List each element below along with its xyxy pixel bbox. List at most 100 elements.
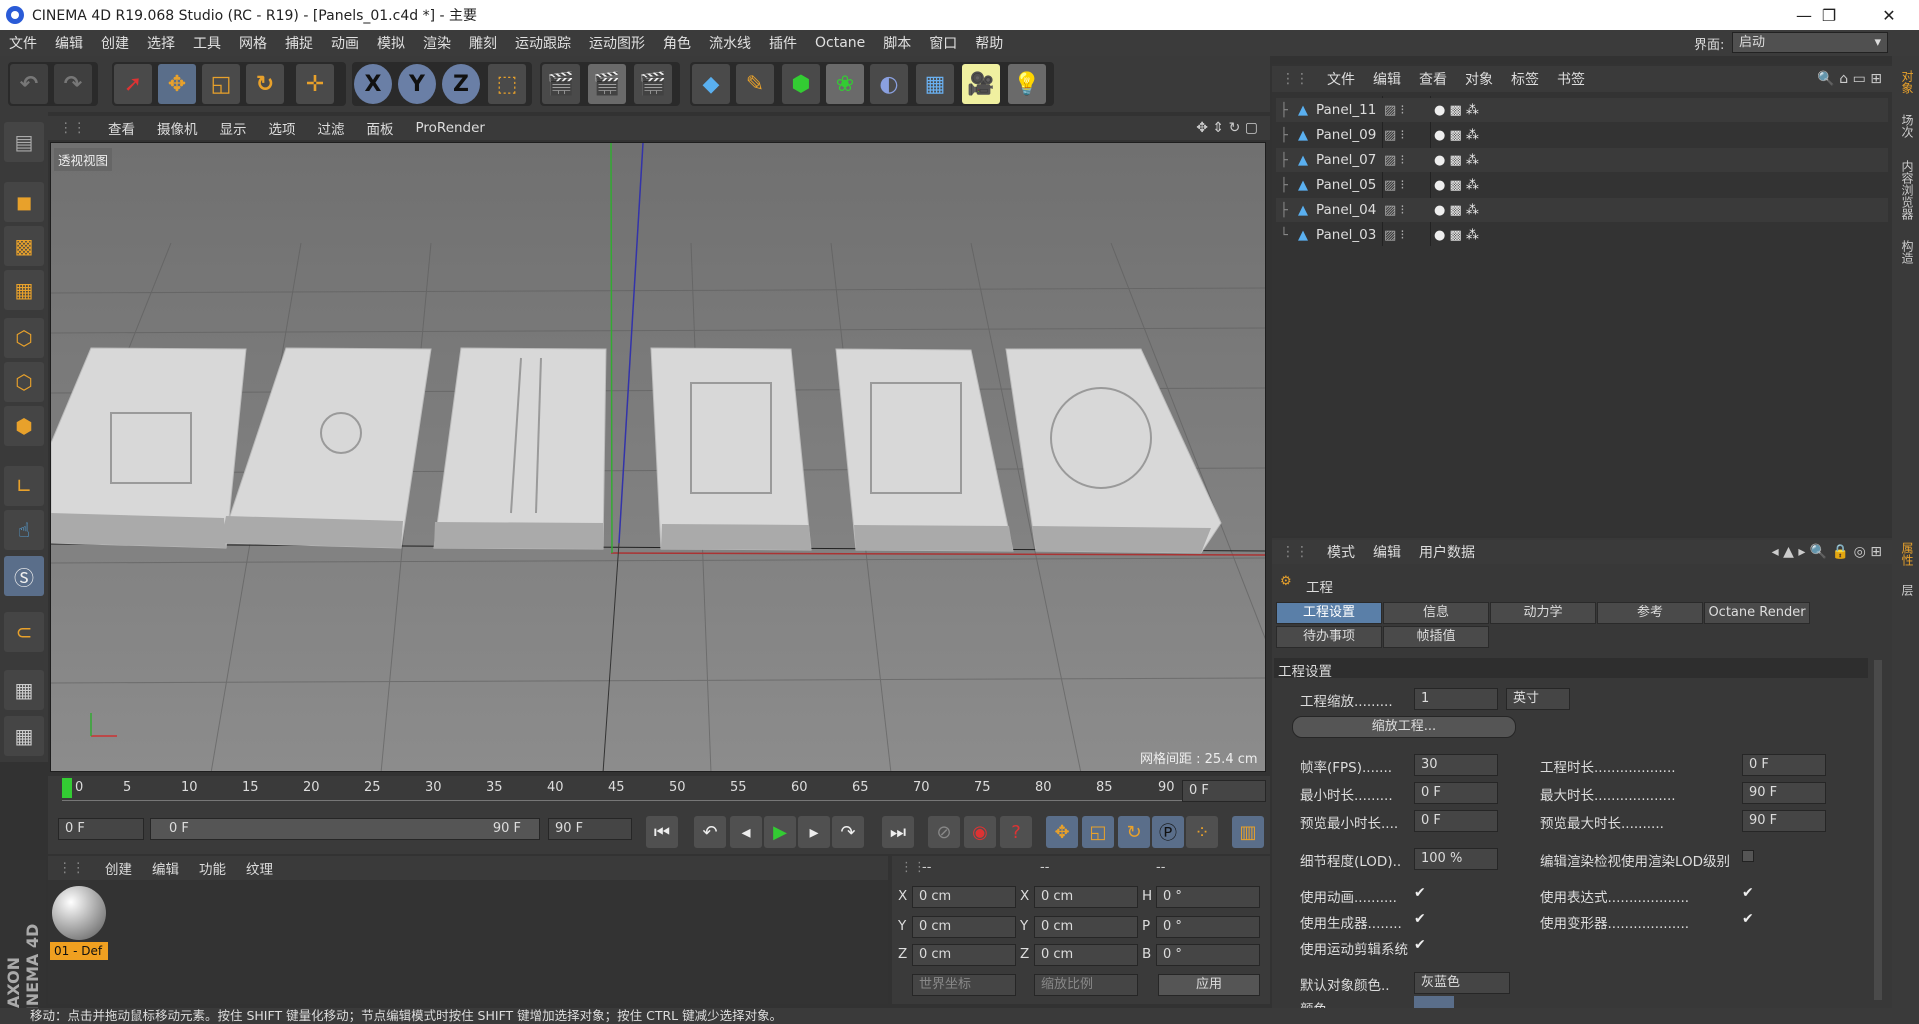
right-tab-content-browser[interactable]: 内容浏览器 [1896,160,1916,220]
object-row[interactable]: └ ▲ Panel_03 ▨ ⁝ ● ▩ ⁂ [1276,223,1888,247]
coord-pos-y-field[interactable]: 0 cm [912,916,1016,938]
use-motion-system-checkbox[interactable]: ✔ [1414,938,1428,952]
material-tag-icon[interactable]: ● ▩ ⁂ [1434,128,1479,143]
workplane-icon[interactable]: ▦ [4,270,44,310]
record-keys-icon[interactable]: ⊘ [928,816,960,848]
tab-dynamics[interactable]: 动力学 [1490,602,1596,624]
key-position-icon[interactable]: ✥ [1046,816,1078,848]
menu-snap[interactable]: 捕捉 [276,33,322,53]
object-row[interactable]: ├ ▲ Panel_04 ▨ ⁝ ● ▩ ⁂ [1276,198,1888,222]
array-icon[interactable]: ❀ [826,64,864,104]
viewport[interactable] [50,142,1266,772]
menu-animate[interactable]: 动画 [322,33,368,53]
scale-project-button[interactable]: 缩放工程... [1292,716,1516,738]
obj-menu-objects[interactable]: 对象 [1456,69,1502,89]
tab-info[interactable]: 信息 [1383,602,1489,624]
key-scale-icon[interactable]: ◱ [1082,816,1114,848]
right-tab-objects[interactable]: 对象 [1896,70,1916,94]
deformer-icon[interactable]: ◐ [870,64,908,104]
scale-unit-select[interactable]: 英寸 [1506,688,1570,710]
material-tag-icon[interactable]: ● ▩ ⁂ [1434,103,1479,118]
search-icon[interactable]: 🔍 ⌂ ▭ ⊞ [1817,71,1882,87]
play-icon[interactable]: ▶ [764,816,796,848]
planar-workplane-icon[interactable]: ▦ [4,716,44,756]
prev-key-icon[interactable]: ↶ [694,816,726,848]
object-color-select[interactable]: 灰蓝色 [1414,972,1510,994]
menu-sculpt[interactable]: 雕刻 [460,33,506,53]
end-frame-field[interactable]: 90 F [548,818,632,840]
rotate-icon[interactable]: ↻ [246,64,284,104]
attr-nav-icons[interactable]: ◂ ▲ ▸ 🔍 🔒 ◎ ⊞ [1772,544,1882,560]
coord-size-z-field[interactable]: 0 cm [1034,944,1138,966]
start-frame-field[interactable]: 0 F [58,818,144,840]
polygons-mode-icon[interactable]: ⬢ [4,406,44,446]
project-duration-field[interactable]: 0 F [1742,754,1826,776]
recent-tool-icon[interactable]: ✛ [296,64,334,104]
attr-menu-edit[interactable]: 编辑 [1364,542,1410,562]
next-frame-icon[interactable]: ▸ [798,816,830,848]
obj-menu-tags[interactable]: 标签 [1502,69,1548,89]
vp-menu-panel[interactable]: 面板 [356,118,405,138]
visibility-toggle-icon[interactable]: ▨ ⁝ [1384,153,1405,168]
material-name[interactable]: 01 - Def [50,942,108,960]
color-swatch[interactable] [1414,996,1454,1008]
cube-primitive-icon[interactable]: ◆ [692,64,730,104]
timeline[interactable] [48,776,1270,812]
menu-pipeline[interactable]: 流水线 [700,33,760,53]
vp-menu-cameras[interactable]: 摄像机 [146,118,209,138]
menu-create[interactable]: 创建 [92,33,138,53]
key-rotation-icon[interactable]: ↻ [1118,816,1150,848]
layout-select[interactable]: 启动 ▾ [1732,32,1888,53]
menu-simulate[interactable]: 模拟 [368,33,414,53]
tab-project-settings[interactable]: 工程设置 [1276,602,1382,624]
visibility-toggle-icon[interactable]: ▨ ⁝ [1384,178,1405,193]
maximize-button[interactable]: ❐ [1806,0,1852,30]
obj-menu-view[interactable]: 查看 [1410,69,1456,89]
obj-menu-edit[interactable]: 编辑 [1364,69,1410,89]
mat-menu-create[interactable]: 创建 [95,858,142,878]
workplane-lock-icon[interactable]: ▦ [4,670,44,710]
timeline-playhead[interactable] [62,778,72,798]
use-animation-checkbox[interactable]: ✔ [1414,886,1428,900]
coord-size-y-field[interactable]: 0 cm [1034,916,1138,938]
coord-pos-z-field[interactable]: 0 cm [912,944,1016,966]
redo-icon[interactable]: ↷ [54,64,92,104]
right-tab-takes[interactable]: 场次 [1896,114,1916,138]
menu-file[interactable]: 文件 [0,33,46,53]
model-mode-icon[interactable]: ◼ [4,182,44,222]
menu-character[interactable]: 角色 [654,33,700,53]
min-time-field[interactable]: 0 F [1414,782,1498,804]
goto-start-icon[interactable]: ⏮ [646,816,678,848]
next-key-icon[interactable]: ↷ [832,816,864,848]
mat-menu-edit[interactable]: 编辑 [142,858,189,878]
scale-icon[interactable]: ◱ [202,64,240,104]
menu-script[interactable]: 脚本 [874,33,920,53]
use-deformers-checkbox[interactable]: ✔ [1742,912,1756,926]
visibility-toggle-icon[interactable]: ▨ ⁝ [1384,228,1405,243]
attr-menu-mode[interactable]: 模式 [1318,542,1364,562]
snap-icon[interactable]: ⊂ [4,612,44,652]
object-row[interactable]: ├ ▲ Panel_05 ▨ ⁝ ● ▩ ⁂ [1276,173,1888,197]
lod-field[interactable]: 100 % [1414,848,1498,870]
menu-render[interactable]: 渲染 [414,33,460,53]
texture-mode-icon[interactable]: ▩ [4,226,44,266]
vp-menu-view[interactable]: 查看 [97,118,146,138]
make-editable-icon[interactable]: ▤ [4,122,44,162]
key-pla-icon[interactable]: ⁘ [1186,816,1218,848]
viewport-nav-icons[interactable]: ✥ ⇕ ↻ ▢ [1196,120,1258,136]
menu-tools[interactable]: 工具 [184,33,230,53]
axis-mode-icon[interactable]: ∟ [4,466,44,506]
render-view-icon[interactable]: 🎬 [542,64,580,104]
apply-button[interactable]: 应用 [1158,974,1260,996]
obj-menu-bookmarks[interactable]: 书签 [1548,69,1594,89]
current-frame-field[interactable]: 0 F [1182,780,1266,802]
close-button[interactable]: ✕ [1866,0,1912,30]
visibility-toggle-icon[interactable]: ▨ ⁝ [1384,203,1405,218]
visibility-toggle-icon[interactable]: ▨ ⁝ [1384,128,1405,143]
points-mode-icon[interactable]: ⬡ [4,318,44,358]
key-parameter-icon[interactable]: Ⓟ [1152,816,1184,848]
right-tab-layers[interactable]: 层 [1896,584,1916,596]
vp-menu-display[interactable]: 显示 [209,118,258,138]
object-row[interactable]: ├ ▲ Panel_11 ▨ ⁝ ● ▩ ⁂ [1276,98,1888,122]
use-expressions-checkbox[interactable]: ✔ [1742,886,1756,900]
